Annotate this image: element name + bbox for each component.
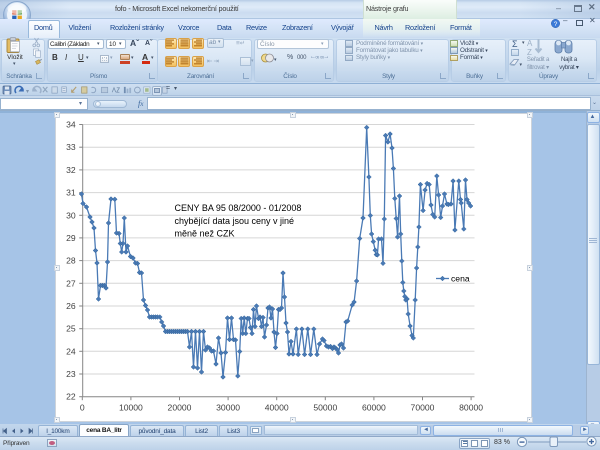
svg-text:31: 31 bbox=[66, 188, 76, 198]
svg-text:34: 34 bbox=[66, 120, 76, 130]
svg-text:27: 27 bbox=[66, 278, 76, 288]
svg-text:25: 25 bbox=[66, 324, 76, 334]
svg-text:40000: 40000 bbox=[265, 403, 289, 413]
svg-text:30: 30 bbox=[66, 210, 76, 220]
svg-text:60000: 60000 bbox=[362, 403, 386, 413]
svg-text:10000: 10000 bbox=[119, 403, 143, 413]
svg-text:28: 28 bbox=[66, 256, 76, 266]
svg-text:70000: 70000 bbox=[411, 403, 435, 413]
svg-text:50000: 50000 bbox=[313, 403, 337, 413]
svg-text:měně než CZK: měně než CZK bbox=[175, 229, 235, 239]
svg-text:33: 33 bbox=[66, 142, 76, 152]
svg-text:26: 26 bbox=[66, 301, 76, 311]
svg-text:0: 0 bbox=[80, 403, 85, 413]
svg-text:CENY BA 95 08/2000 - 01/2008: CENY BA 95 08/2000 - 01/2008 bbox=[175, 203, 302, 213]
svg-text:30000: 30000 bbox=[216, 403, 240, 413]
svg-text:chybějící data jsou ceny v jin: chybějící data jsou ceny v jiné bbox=[175, 216, 295, 226]
svg-text:23: 23 bbox=[66, 369, 76, 379]
svg-text:20000: 20000 bbox=[168, 403, 192, 413]
svg-text:cena: cena bbox=[451, 274, 470, 284]
svg-text:80000: 80000 bbox=[459, 403, 483, 413]
svg-text:29: 29 bbox=[66, 233, 76, 243]
svg-text:24: 24 bbox=[66, 346, 76, 356]
svg-text:22: 22 bbox=[66, 392, 76, 402]
svg-text:32: 32 bbox=[66, 165, 76, 175]
